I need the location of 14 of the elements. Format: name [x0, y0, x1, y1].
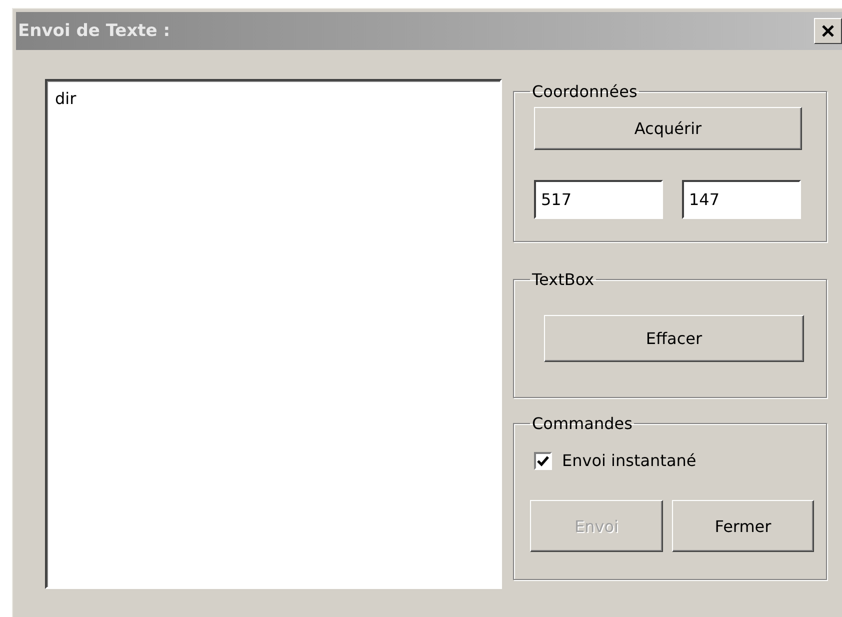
command-button[interactable]: Fermer	[672, 500, 814, 552]
clear-button[interactable]: Effacer	[544, 315, 804, 362]
x-coordinate-field[interactable]: 517	[534, 180, 663, 219]
y-coordinate-field[interactable]: 147	[682, 180, 801, 219]
close-button[interactable]	[814, 18, 842, 44]
group-label: Coordonnées	[531, 82, 638, 101]
group-label: Commandes	[531, 414, 634, 433]
close-icon	[821, 24, 835, 38]
acquire-button[interactable]: Acquérir	[534, 107, 802, 150]
checkbox-label: Envoi instantané	[562, 451, 696, 470]
window-title: Envoi de Texte :	[17, 21, 170, 41]
group-label: TextBox	[531, 270, 596, 289]
checkbox[interactable]	[534, 452, 552, 470]
text-area[interactable]: dir	[45, 79, 502, 589]
